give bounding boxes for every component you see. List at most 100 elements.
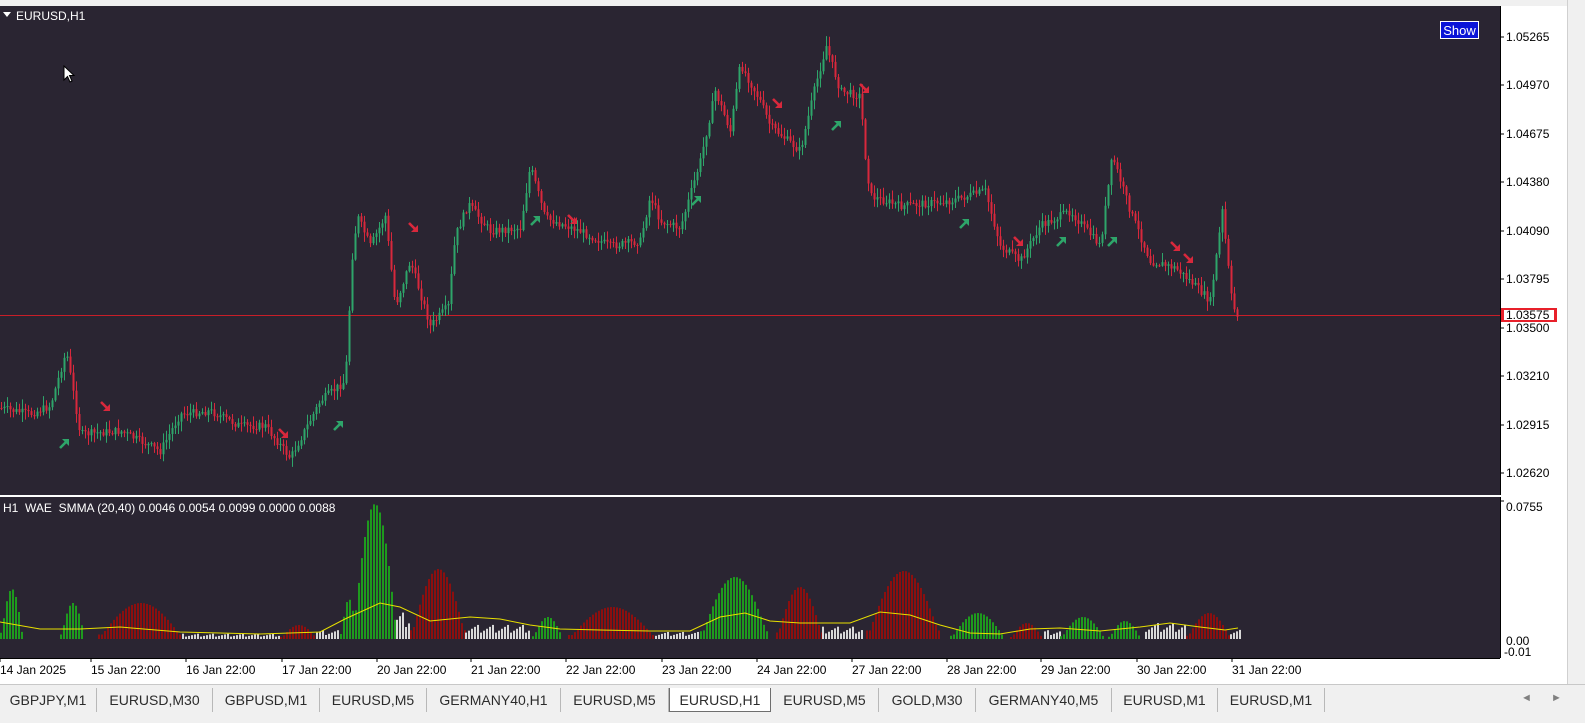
wae-histogram-bar	[667, 631, 669, 639]
show-button[interactable]: Show	[1440, 21, 1479, 39]
wae-histogram-bar	[1230, 634, 1232, 639]
chart-tab[interactable]: EURUSD,M1	[1112, 688, 1218, 712]
wae-histogram-bar	[809, 598, 811, 639]
candle-body	[327, 390, 330, 394]
candle-body	[717, 90, 720, 102]
candle-body	[1119, 169, 1122, 182]
candle-body	[987, 188, 990, 203]
chart-tab[interactable]: EURUSD,M5	[320, 688, 427, 712]
wae-indicator-panel[interactable]: H1 WAE SMMA (20,40) 0.0046 0.0054 0.0099…	[0, 497, 1500, 658]
price-chart[interactable]: EURUSD,H1 Show	[0, 6, 1500, 495]
wae-histogram-bar	[697, 631, 699, 639]
tabs-scroll-left-icon[interactable]: ◄	[1521, 692, 1532, 704]
candle-body	[795, 147, 798, 151]
price-axis-label: 1.03795	[1506, 272, 1550, 286]
wae-histogram-bar	[1228, 635, 1230, 639]
candle-body	[447, 303, 450, 306]
chart-tab[interactable]: EURUSD,M30	[97, 688, 213, 712]
candle-body	[822, 59, 825, 72]
chart-tab[interactable]: EURUSD,H1	[669, 688, 771, 712]
candle-body	[738, 66, 741, 89]
time-axis-label: 31 Jan 22:00	[1232, 663, 1302, 677]
tabs-scroll-right-icon[interactable]: ►	[1551, 692, 1562, 704]
wae-histogram-bar	[382, 525, 384, 639]
candle-body	[1071, 215, 1074, 217]
candle-body	[30, 411, 33, 415]
candle-body	[132, 433, 135, 439]
candle-body	[807, 115, 810, 130]
chart-tab[interactable]: EURUSD,M5	[561, 688, 669, 712]
candle-body	[252, 425, 255, 430]
wae-histogram-bar	[998, 630, 1000, 639]
candle-body	[450, 273, 453, 304]
candle-body	[483, 223, 486, 225]
chart-tab[interactable]: GOLD,M30	[879, 688, 976, 712]
candle-body	[648, 200, 651, 218]
candle-body	[918, 205, 921, 207]
buy-signal-arrow-icon	[333, 421, 343, 431]
candle-body	[711, 101, 714, 123]
candle-body	[888, 199, 891, 204]
wae-histogram-bar	[516, 628, 518, 639]
time-axis-label: 29 Jan 22:00	[1041, 663, 1111, 677]
candle-body	[12, 409, 15, 412]
wae-histogram-bar	[337, 630, 339, 639]
chart-tab-bar: GBPJPY,M1 EURUSD,M30 GBPUSD,M1 EURUSD,M5 GER…	[0, 684, 1585, 723]
candle-body	[42, 405, 45, 413]
wae-histogram-bar	[391, 591, 393, 639]
chart-tab[interactable]: GBPJPY,M1	[0, 688, 97, 712]
candle-body	[867, 158, 870, 184]
candle-body	[1233, 293, 1236, 310]
sell-signal-arrow-icon	[1170, 241, 1180, 251]
wae-histogram-bar	[1053, 633, 1055, 639]
candle-body	[72, 372, 75, 391]
candle-body	[90, 429, 93, 436]
chart-tab[interactable]: GERMANY40,H1	[427, 688, 561, 712]
candle-body	[150, 443, 153, 445]
chart-tab[interactable]: EURUSD,M1	[1218, 688, 1325, 712]
candle-body	[324, 393, 327, 401]
wae-histogram-bar	[218, 635, 220, 639]
chart-tab[interactable]: GBPUSD,M1	[213, 688, 320, 712]
wae-histogram-bar	[72, 603, 74, 639]
wae-histogram-bar	[137, 603, 139, 639]
wae-histogram-bar	[230, 636, 232, 639]
candle-body	[315, 407, 318, 415]
time-axis-label: 23 Jan 22:00	[662, 663, 732, 677]
candle-body	[1035, 235, 1038, 239]
candle-body	[354, 233, 357, 260]
wae-histogram-bar	[501, 628, 503, 639]
candle-body	[609, 241, 612, 243]
wae-histogram-bar	[289, 629, 291, 639]
wae-histogram-bar	[269, 634, 271, 639]
candle-body	[684, 211, 687, 222]
candle-body	[270, 427, 273, 437]
wae-histogram-bar	[75, 605, 77, 639]
candle-body	[1014, 251, 1017, 255]
candle-body	[1221, 209, 1224, 233]
current-price-label: 1.03575	[1506, 308, 1550, 322]
candle-body	[699, 158, 702, 173]
wae-histogram-bar	[733, 577, 735, 639]
price-axis-label: 1.04090	[1506, 224, 1550, 238]
wae-histogram-bar	[905, 571, 907, 639]
wae-histogram-bar	[574, 632, 576, 639]
candle-body	[87, 431, 90, 436]
candle-body	[894, 203, 897, 205]
wae-histogram-bar	[1063, 634, 1065, 639]
candle-body	[588, 237, 591, 239]
candle-body	[663, 222, 666, 225]
wae-histogram-bar	[376, 505, 378, 639]
candle-body	[438, 312, 441, 321]
wae-histogram-bar	[283, 635, 285, 639]
candle-body	[1122, 181, 1125, 187]
chart-tab[interactable]: EURUSD,M5	[771, 688, 879, 712]
candle-body	[1236, 309, 1239, 317]
wae-histogram-bar	[1126, 621, 1128, 639]
chart-tab[interactable]: GERMANY40,M5	[976, 688, 1112, 712]
candle-body	[1083, 221, 1086, 225]
candle-body	[9, 406, 12, 410]
wae-histogram-bar	[1099, 631, 1101, 639]
wae-histogram-bar	[346, 602, 348, 639]
wae-histogram-bar	[538, 626, 540, 639]
